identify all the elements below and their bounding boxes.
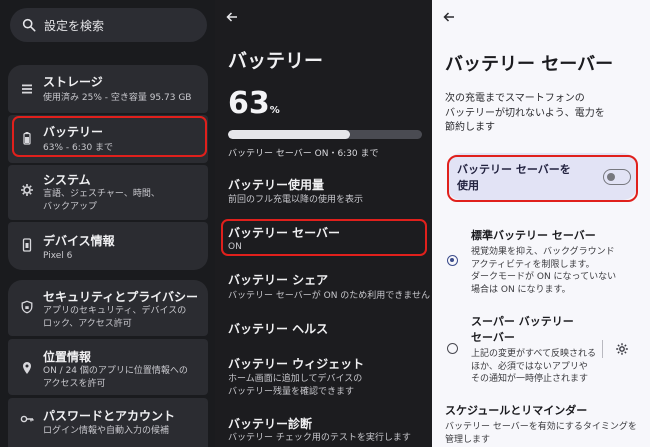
menu-item-subtitle: ホーム画面に追加してデバイスの [228, 374, 363, 384]
option-description: アクティビティを制限します。 [471, 259, 595, 270]
option-description: ダークモードが ON になっていない [471, 272, 617, 282]
sidebar-item-subtitle: ON / 24 個のアプリに位置情報への [43, 366, 188, 376]
divider [602, 340, 603, 358]
back-arrow-icon[interactable] [225, 10, 239, 24]
sidebar-item-subtitle: 使用済み 25% - 空き容量 95.73 GB [43, 93, 192, 103]
sidebar-item-title: システム [43, 173, 91, 187]
description-line: 節約します [445, 122, 495, 133]
option-description: ほか、必須ではないアプリや [471, 361, 588, 372]
battery-level-bar [228, 130, 422, 139]
description-line: バッテリーが切れないよう、電力を [445, 107, 605, 119]
battery-percent: 63% [228, 86, 280, 121]
search-bar[interactable]: 設定を検索 [10, 8, 207, 42]
location-pin-icon [23, 362, 31, 374]
menu-item-subtitle: バッテリー セーバーが ON のため利用できません [228, 291, 431, 301]
option-title: 標準バッテリー セーバー [471, 229, 596, 242]
option-description: その通知が一時停止されます [471, 374, 589, 384]
sidebar-item-subtitle: 言語、ジェスチャー、時間、 [43, 189, 160, 199]
menu-item-title: バッテリー診断 [228, 417, 313, 431]
sidebar-item-passwords[interactable]: パスワードとアカウント ログイン情報や自動入力の候補 [8, 398, 208, 447]
key-icon [20, 415, 34, 423]
page-title: バッテリー セーバー [445, 54, 614, 75]
sidebar-item-title: ストレージ [43, 75, 103, 89]
sidebar-item-storage[interactable]: ストレージ 使用済み 25% - 空き容量 95.73 GB [8, 65, 208, 113]
menu-item-title: バッテリー使用量 [228, 178, 325, 192]
menu-item-title: バッテリー ウィジェット [228, 357, 365, 371]
option-description: 管理します [445, 434, 491, 445]
sidebar-item-subtitle: ログイン情報や自動入力の候補 [43, 426, 170, 436]
shield-icon [21, 300, 33, 314]
menu-item-subtitle: 前回のフル充電以降の使用を表示 [228, 195, 364, 205]
search-placeholder: 設定を検索 [44, 18, 105, 33]
menu-item-title: バッテリー ヘルス [228, 322, 329, 336]
battery-panel: バッテリー 63% バッテリー セーバー ON・6:30 まで バッテリー使用量… [215, 0, 432, 447]
sidebar-item-subtitle: Pixel 6 [43, 251, 73, 261]
sidebar-item-location[interactable]: 位置情報 ON / 24 個のアプリに位置情報への アクセスを許可 [8, 339, 208, 395]
search-icon [22, 18, 36, 32]
storage-icon [22, 84, 32, 94]
option-description: バッテリー セーバーを有効にするタイミングを [445, 422, 637, 432]
sidebar-item-security[interactable]: セキュリティとプライバシー アプリのセキュリティ、デバイスの ロック、アクセス許… [8, 280, 208, 336]
radio-extreme[interactable] [447, 343, 458, 354]
description-line: 次の充電までスマートフォンの [445, 93, 585, 104]
page-title: バッテリー [228, 50, 324, 72]
option-title: セーバー [471, 331, 515, 344]
page-description: 次の充電までスマートフォンの バッテリーが切れないよう、電力を 節約します [445, 92, 640, 136]
settings-list-panel: 設定を検索 ストレージ 使用済み 25% - 空き容量 95.73 GB バッテ… [0, 0, 215, 447]
sidebar-item-title: デバイス情報 [43, 234, 115, 248]
battery-level-fill [228, 130, 351, 139]
sidebar-item-title: パスワードとアカウント [43, 409, 176, 423]
sidebar-item-subtitle: ロック、アクセス許可 [43, 318, 132, 329]
menu-item-subtitle: バッテリー チェック用のテストを実行します [228, 433, 411, 443]
sidebar-item-title: 位置情報 [43, 350, 92, 364]
option-title: スーパー バッテリー [471, 315, 574, 328]
battery-percent-value: 63 [228, 86, 270, 121]
sidebar-item-subtitle: アプリのセキュリティ、デバイスの [43, 306, 187, 316]
sidebar-item-system[interactable]: システム 言語、ジェスチャー、時間、 バックアップ [8, 165, 208, 220]
sidebar-item-title: セキュリティとプライバシー [43, 290, 199, 304]
battery-percent-unit: % [269, 105, 280, 116]
option-description: 場合は ON になります。 [471, 284, 571, 295]
sidebar-item-subtitle: アクセスを許可 [43, 378, 106, 389]
menu-item-subtitle: バッテリー残量を確認できます [228, 386, 355, 397]
highlight-battery [12, 116, 207, 157]
option-description: 視覚効果を抑え、バックグラウンド [471, 247, 615, 257]
battery-status: バッテリー セーバー ON・6:30 まで [228, 149, 379, 159]
highlight-battery-saver [221, 219, 427, 256]
settings-gear-icon[interactable] [615, 342, 629, 356]
radio-standard[interactable] [447, 255, 458, 266]
back-arrow-icon[interactable] [442, 10, 456, 24]
option-title: スケジュールとリマインダー [445, 404, 588, 417]
menu-item-title: バッテリー シェア [228, 273, 329, 287]
sidebar-item-device-info[interactable]: デバイス情報 Pixel 6 [8, 222, 208, 270]
phone-icon [22, 238, 32, 252]
info-icon [21, 184, 33, 196]
highlight-toggle [447, 155, 638, 202]
option-description: 上記の変更がすべて反映される [471, 349, 597, 359]
sidebar-item-subtitle: バックアップ [43, 201, 98, 212]
